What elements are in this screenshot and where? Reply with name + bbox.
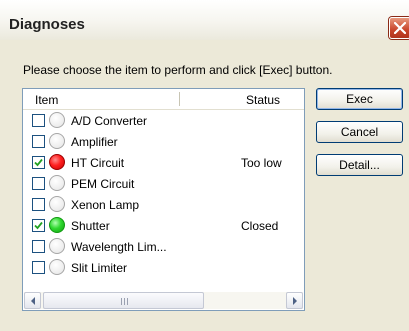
cancel-button[interactable]: Cancel (316, 121, 403, 143)
close-icon (394, 22, 406, 34)
item-label: Wavelength Lim... (71, 240, 167, 254)
item-checkbox[interactable] (32, 114, 45, 127)
item-checkbox[interactable] (32, 261, 45, 274)
diagnoses-dialog: Diagnoses Please choose the item to perf… (0, 0, 409, 331)
item-label: A/D Converter (71, 114, 148, 128)
item-label: Shutter (71, 219, 110, 233)
item-label: Xenon Lamp (71, 198, 140, 212)
item-checkbox[interactable] (32, 219, 45, 232)
status-indicator-icon (49, 133, 65, 149)
exec-button[interactable]: Exec (316, 88, 403, 110)
column-header-status[interactable]: Status (246, 93, 280, 107)
item-checkbox[interactable] (32, 135, 45, 148)
arrow-right-icon (293, 297, 297, 305)
title-bar: Diagnoses (0, 0, 409, 40)
horizontal-scrollbar[interactable] (24, 292, 303, 309)
column-header-item[interactable]: Item (35, 93, 58, 107)
status-indicator-icon (49, 196, 65, 212)
checkmark-icon (34, 158, 43, 167)
list-item[interactable]: Amplifier (23, 132, 304, 153)
item-label: PEM Circuit (71, 177, 135, 191)
item-label: Amplifier (71, 135, 118, 149)
list-item[interactable]: Slit Limiter (23, 258, 304, 279)
checkmark-icon (34, 221, 43, 230)
scrollbar-thumb[interactable] (43, 292, 204, 309)
item-checkbox[interactable] (32, 177, 45, 190)
dialog-title: Diagnoses (9, 16, 85, 33)
list-item[interactable]: HT Circuit Too low (23, 153, 304, 174)
diagnoses-list[interactable]: Item Status A/D Converter Amplifier HT Cir… (22, 88, 305, 311)
list-item[interactable]: Xenon Lamp (23, 195, 304, 216)
instruction-text: Please choose the item to perform and cl… (23, 63, 333, 77)
grip-icon (121, 298, 128, 305)
list-item[interactable]: PEM Circuit (23, 174, 304, 195)
scroll-left-button[interactable] (24, 292, 41, 309)
item-label: Slit Limiter (71, 261, 128, 275)
scroll-right-button[interactable] (286, 292, 303, 309)
status-indicator-icon (49, 112, 65, 128)
item-checkbox[interactable] (32, 198, 45, 211)
status-indicator-icon (49, 238, 65, 254)
item-checkbox[interactable] (32, 240, 45, 253)
close-button[interactable] (389, 17, 409, 39)
status-indicator-icon (49, 259, 65, 275)
item-checkbox[interactable] (32, 156, 45, 169)
column-divider[interactable] (179, 92, 180, 106)
list-item[interactable]: Wavelength Lim... (23, 237, 304, 258)
item-status: Too low (241, 156, 282, 170)
status-indicator-icon (49, 217, 65, 233)
list-item[interactable]: A/D Converter (23, 111, 304, 132)
status-indicator-icon (49, 175, 65, 191)
arrow-left-icon (31, 297, 35, 305)
list-header: Item Status (23, 89, 304, 110)
detail-button[interactable]: Detail... (316, 154, 403, 176)
status-indicator-icon (49, 154, 65, 170)
item-status: Closed (241, 219, 279, 233)
list-item[interactable]: Shutter Closed (23, 216, 304, 237)
item-label: HT Circuit (71, 156, 125, 170)
